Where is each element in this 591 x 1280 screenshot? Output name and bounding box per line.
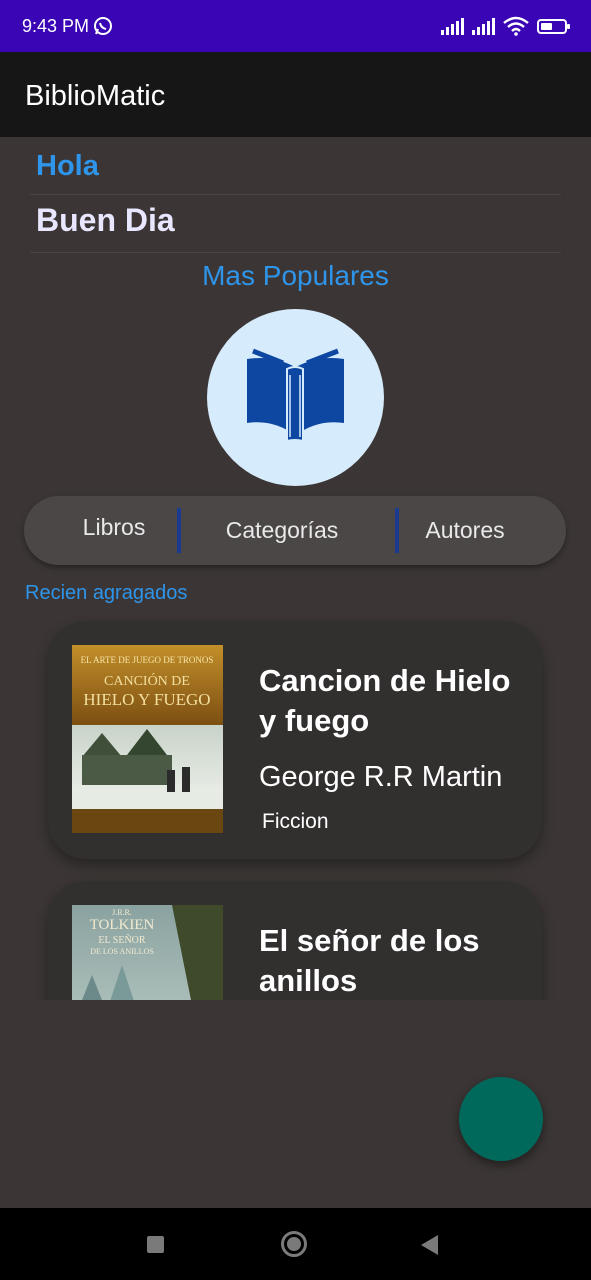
battery-level bbox=[541, 22, 552, 30]
cover-text: DE LOS ANILLOS bbox=[90, 947, 154, 956]
cover-text: HIELO Y FUEGO bbox=[83, 690, 210, 709]
book-title: Cancion de Hielo y fuego bbox=[259, 663, 511, 738]
status-bar: 9:43 PM bbox=[0, 0, 591, 52]
book-title: El señor de los anillos bbox=[259, 923, 480, 998]
recent-title: Recien agragados bbox=[25, 582, 188, 604]
divider bbox=[30, 194, 561, 195]
greeting-good-day: Buen Dia bbox=[36, 202, 175, 238]
book-cover: EL ARTE DE JUEGO DE TRONOS CANCIÓN DE HI… bbox=[72, 645, 223, 833]
signal-icon bbox=[441, 17, 464, 35]
cover-text: EL SEÑOR bbox=[98, 934, 145, 946]
tab-categorias[interactable]: Categorías bbox=[192, 496, 372, 565]
book-category: Ficcion bbox=[262, 810, 329, 833]
cover-text: CANCIÓN DE bbox=[104, 672, 190, 689]
status-time: 9:43 PM bbox=[22, 16, 90, 36]
status-icons bbox=[441, 15, 570, 37]
tab-separator bbox=[395, 508, 399, 553]
recents-square-icon[interactable] bbox=[147, 1236, 164, 1253]
app-bar: BiblioMatic bbox=[0, 52, 591, 137]
whatsapp-icon bbox=[94, 17, 112, 35]
book-cover: J.R.R. TOLKIEN EL SEÑOR DE LOS ANILLOS bbox=[72, 905, 223, 1000]
cover-text: J.R.R. bbox=[112, 908, 132, 917]
home-circle-icon[interactable] bbox=[281, 1231, 307, 1257]
wifi-icon bbox=[503, 16, 529, 36]
system-nav-bar bbox=[0, 1208, 591, 1280]
category-tabs: Libros Categorías Autores bbox=[24, 496, 566, 565]
book-author: George R.R Martin bbox=[259, 761, 503, 793]
tab-libros[interactable]: Libros bbox=[42, 493, 186, 562]
open-book-icon bbox=[247, 348, 344, 443]
popular-book-button[interactable] bbox=[207, 309, 384, 486]
tab-separator bbox=[177, 508, 181, 553]
divider bbox=[30, 252, 561, 253]
app-title: BiblioMatic bbox=[25, 80, 166, 112]
recent-books-list[interactable]: EL ARTE DE JUEGO DE TRONOS CANCIÓN DE HI… bbox=[0, 615, 591, 1000]
cover-text: EL ARTE DE JUEGO DE TRONOS bbox=[81, 655, 214, 665]
battery-icon bbox=[537, 18, 570, 34]
signal-icon bbox=[472, 17, 495, 35]
book-card[interactable]: EL ARTE DE JUEGO DE TRONOS CANCIÓN DE HI… bbox=[48, 621, 542, 859]
tab-autores[interactable]: Autores bbox=[400, 496, 530, 565]
greeting-hello: Hola bbox=[36, 150, 99, 182]
cover-text: TOLKIEN bbox=[90, 917, 155, 933]
fab-button[interactable] bbox=[459, 1077, 543, 1161]
book-card[interactable]: J.R.R. TOLKIEN EL SEÑOR DE LOS ANILLOS E… bbox=[48, 881, 542, 1000]
popular-title: Mas Populares bbox=[202, 260, 389, 291]
back-triangle-icon[interactable] bbox=[421, 1235, 438, 1255]
